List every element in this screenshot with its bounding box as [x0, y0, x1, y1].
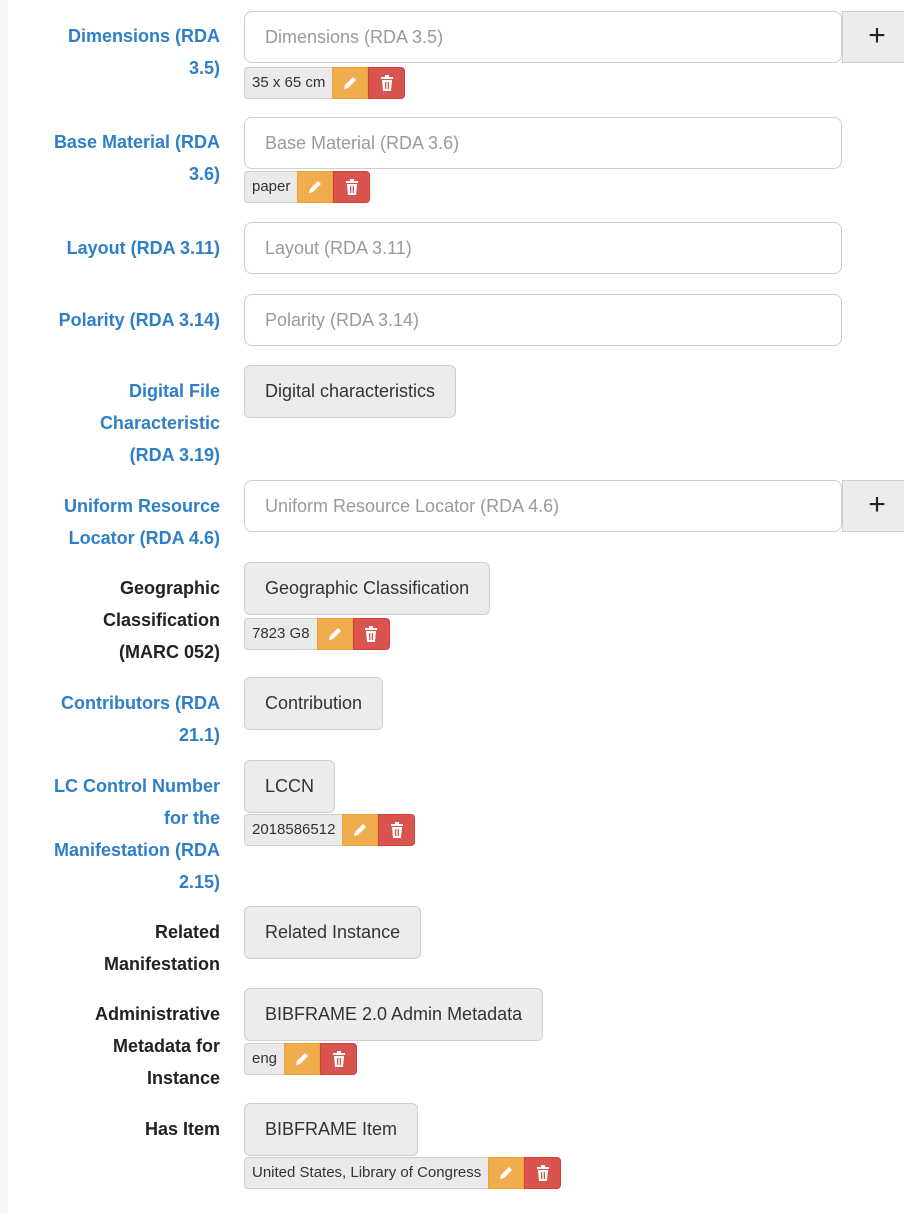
dimensions-add-button[interactable]: + — [842, 11, 904, 63]
geographic-tag: 7823 G8 — [244, 618, 390, 650]
digital-characteristics-button[interactable]: Digital characteristics — [244, 365, 457, 418]
lccn-button[interactable]: LCCN — [244, 760, 336, 813]
layout-label: Layout (RDA 3.11) — [66, 238, 220, 258]
url-input[interactable] — [244, 480, 842, 532]
base-material-input[interactable] — [244, 117, 842, 169]
dimensions-tag: 35 x 65 cm — [244, 67, 406, 99]
trash-icon[interactable] — [524, 1157, 562, 1189]
has-item-label: Has Item — [144, 1119, 220, 1139]
trash-icon[interactable] — [368, 67, 406, 99]
pencil-icon[interactable] — [342, 814, 379, 846]
pencil-icon[interactable] — [284, 1043, 321, 1075]
base-material-tag: paper — [244, 171, 371, 203]
related-instance-button[interactable]: Related Instance — [244, 906, 422, 959]
pencil-icon[interactable] — [488, 1157, 525, 1189]
trash-icon[interactable] — [378, 814, 416, 846]
base-material-tag-value: paper — [244, 171, 298, 203]
digital-file-label: Digital File Characteristic (RDA 3.19) — [99, 381, 220, 465]
pencil-icon[interactable] — [332, 67, 369, 99]
url-add-button[interactable]: + — [842, 480, 904, 532]
layout-input[interactable] — [244, 222, 842, 274]
related-label: Related Manifestation — [103, 922, 220, 974]
pencil-icon[interactable] — [297, 171, 334, 203]
geographic-tag-value: 7823 G8 — [244, 618, 317, 650]
trash-icon[interactable] — [320, 1043, 358, 1075]
base-material-label: Base Material (RDA 3.6) — [53, 132, 220, 184]
url-label: Uniform Resource Locator (RDA 4.6) — [63, 496, 220, 548]
instance-form: Dimensions (RDA 3.5) + 35 x 65 cm Base M… — [8, 0, 904, 1213]
dimensions-label: Dimensions (RDA 3.5) — [67, 26, 220, 78]
has-item-tag-value: United States, Library of Congress — [244, 1157, 489, 1189]
polarity-label: Polarity (RDA 3.14) — [58, 310, 220, 330]
contribution-button[interactable]: Contribution — [244, 677, 384, 730]
pencil-icon[interactable] — [316, 618, 353, 650]
lccn-tag: 2018586512 — [244, 814, 416, 846]
dimensions-tag-value: 35 x 65 cm — [244, 67, 333, 99]
dimensions-input[interactable] — [244, 11, 842, 63]
geographic-label: Geographic Classification (MARC 052) — [102, 578, 220, 662]
admin-tag: eng — [244, 1043, 358, 1075]
trash-icon[interactable] — [333, 171, 371, 203]
geographic-classification-button[interactable]: Geographic Classification — [244, 562, 491, 615]
has-item-tag: United States, Library of Congress — [244, 1157, 562, 1189]
admin-metadata-button[interactable]: BIBFRAME 2.0 Admin Metadata — [244, 988, 544, 1041]
lccn-tag-value: 2018586512 — [244, 814, 343, 846]
admin-label: Administrative Metadata for Instance — [94, 1004, 220, 1088]
trash-icon[interactable] — [352, 618, 390, 650]
polarity-input[interactable] — [244, 294, 842, 346]
contributors-label: Contributors (RDA 21.1) — [61, 693, 220, 745]
admin-tag-value: eng — [244, 1043, 285, 1075]
bibframe-item-button[interactable]: BIBFRAME Item — [244, 1103, 419, 1156]
lccn-label: LC Control Number for the Manifestation … — [54, 776, 220, 892]
